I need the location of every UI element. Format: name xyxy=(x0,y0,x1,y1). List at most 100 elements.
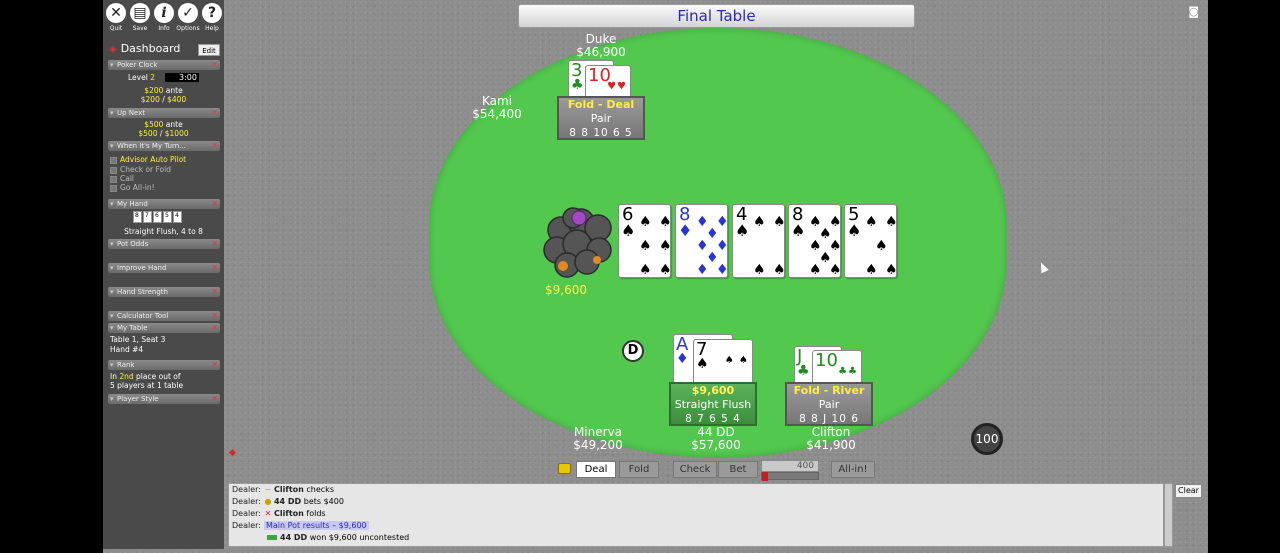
poker-app: ✕ Quit ▤ Save i Info ✓ Options ? Help ◈ D… xyxy=(103,0,1208,553)
bet-slider[interactable] xyxy=(761,472,819,481)
info-button[interactable]: i Info xyxy=(152,3,176,32)
save-button[interactable]: ▤ Save xyxy=(128,3,152,32)
player-chips: $54,400 xyxy=(472,107,522,121)
section-poker-clock[interactable]: Poker Clock ✕ xyxy=(108,60,220,70)
spade-pip-icon: ♠ xyxy=(865,262,878,278)
poker-clock-blinds: $200 / $400 xyxy=(140,95,187,104)
checkbox[interactable] xyxy=(110,184,117,192)
section-improve-hand[interactable]: Improve Hand ✕ xyxy=(108,263,220,273)
section-when-my-turn[interactable]: When It's My Turn... ✕ xyxy=(108,141,220,151)
level-label: Level xyxy=(128,73,148,82)
save-icon: ▤ xyxy=(130,3,150,23)
my-hand-cards: 8 7 6 5 4 xyxy=(133,211,182,223)
log-player: 44 DD xyxy=(280,533,308,542)
clear-log-button[interactable]: Clear xyxy=(1175,484,1202,498)
close-icon[interactable]: ✕ xyxy=(211,141,218,151)
section-calculator-tool[interactable]: Calculator Tool ✕ xyxy=(108,311,220,321)
bet-amount-input[interactable]: 400 xyxy=(761,460,819,472)
section-pot-odds[interactable]: Pot Odds ✕ xyxy=(108,239,220,249)
diamond-icon: ◆ xyxy=(229,448,236,458)
spade-pip-icon: ♠ xyxy=(885,214,897,230)
close-icon[interactable]: ✕ xyxy=(211,360,218,370)
close-icon[interactable]: ✕ xyxy=(211,239,218,249)
options-button[interactable]: ✓ Options xyxy=(176,3,200,32)
spade-pip-icon: ♠ xyxy=(753,262,766,278)
my-table-label: My Table xyxy=(117,324,148,332)
section-up-next[interactable]: Up Next ✕ xyxy=(108,108,220,118)
dd-hole-card-2: 7 ♠ ♠ ♠ xyxy=(693,339,753,385)
option-check-or-fold[interactable]: Check or Fold xyxy=(103,165,224,174)
option-call[interactable]: Call xyxy=(103,174,224,183)
bet-button[interactable]: Bet xyxy=(718,461,758,478)
big-blind: $400 xyxy=(167,95,187,104)
player-chips: $41,900 xyxy=(806,438,856,452)
mini-card: 7 xyxy=(143,211,152,223)
close-icon[interactable]: ✕ xyxy=(211,394,218,404)
options-label: Options xyxy=(176,25,200,32)
rank-label: Rank xyxy=(117,361,135,369)
section-rank[interactable]: Rank ✕ xyxy=(108,360,220,370)
when-my-turn-label: When It's My Turn... xyxy=(117,142,186,150)
checkbox[interactable] xyxy=(110,156,117,164)
option-label: Check or Fold xyxy=(120,165,171,174)
quit-button[interactable]: ✕ Quit xyxy=(104,3,128,32)
hand-name: Straight Flush xyxy=(674,398,752,411)
spade-pip-icon: ♠ xyxy=(659,214,671,230)
spade-pip-icon: ♠ xyxy=(885,262,897,278)
option-advisor-auto-pilot[interactable]: Advisor Auto Pilot xyxy=(103,155,224,164)
options-check-icon: ✓ xyxy=(178,3,198,23)
ante-word: ante xyxy=(165,86,183,95)
checkbox[interactable] xyxy=(110,175,117,183)
section-hand-strength[interactable]: Hand Strength ✕ xyxy=(108,287,220,297)
club-icon: ♣ xyxy=(797,363,810,379)
dashboard-title-text: Dashboard xyxy=(120,42,181,55)
close-icon[interactable]: ✕ xyxy=(211,287,218,297)
hand-status: $9,600 xyxy=(691,384,735,397)
camera-icon[interactable]: ◙ xyxy=(1188,5,1199,18)
checkbox[interactable] xyxy=(110,166,117,174)
pot-chip-pile xyxy=(543,207,612,278)
log-speaker: Dealer: xyxy=(232,485,261,494)
close-icon[interactable]: ✕ xyxy=(211,199,218,209)
bet-slider-handle[interactable] xyxy=(762,472,768,481)
deal-icon[interactable] xyxy=(558,463,571,474)
poker-clock-level-row: Level 2 3:00 xyxy=(103,73,224,82)
small-blind: $200 xyxy=(140,95,160,104)
save-label: Save xyxy=(132,25,148,32)
poker-clock-ante: $200 ante xyxy=(103,86,224,95)
deal-button[interactable]: Deal xyxy=(576,461,616,478)
log-player: Clifton xyxy=(273,509,304,518)
all-in-button[interactable]: All-in! xyxy=(831,461,875,478)
close-icon[interactable]: ✕ xyxy=(211,323,218,333)
close-icon[interactable]: ✕ xyxy=(211,108,218,118)
check-button[interactable]: Check xyxy=(673,461,717,478)
section-player-style[interactable]: Player Style ✕ xyxy=(108,394,220,404)
chip-icon: ● xyxy=(264,497,272,506)
log-player: 44 DD xyxy=(273,497,302,506)
hand-strength-label: Hand Strength xyxy=(117,288,168,296)
board-card: 4 ♠ ♠ ♠ ♠ ♠ xyxy=(732,204,785,278)
close-icon[interactable]: ✕ xyxy=(211,311,218,321)
close-icon[interactable]: ✕ xyxy=(211,263,218,273)
dashboard-sidebar: ✕ Quit ▤ Save i Info ✓ Options ? Help ◈ D… xyxy=(103,0,224,549)
log-text: bets $400 xyxy=(303,497,344,506)
section-my-hand[interactable]: My Hand ✕ xyxy=(108,199,220,209)
fold-button[interactable]: Fold xyxy=(619,461,659,478)
fold-icon: ✕ xyxy=(264,509,272,518)
help-button[interactable]: ? Help xyxy=(200,3,224,32)
spade-icon: ♠ ♠ xyxy=(724,355,749,366)
option-go-all-in[interactable]: Go All-in! xyxy=(103,183,224,192)
log-scrollbar[interactable] xyxy=(1164,483,1173,547)
log-speaker: Dealer: xyxy=(232,521,261,530)
spade-icon: ♠ xyxy=(791,221,806,240)
board-card: 5 ♠ ♠ ♠ ♠ ♠ ♠ xyxy=(844,204,897,278)
improve-hand-label: Improve Hand xyxy=(117,264,167,272)
chip-stack-badge[interactable]: 100 xyxy=(971,423,1003,455)
close-icon[interactable]: ✕ xyxy=(211,60,218,70)
up-next-blinds: $500 / $1000 xyxy=(138,129,189,138)
help-label: Help xyxy=(205,25,219,32)
log-text: folds xyxy=(306,509,326,518)
dashboard-edit-button[interactable]: Edit xyxy=(198,44,220,56)
spade-pip-icon: ♠ xyxy=(753,214,766,230)
section-my-table[interactable]: My Table ✕ xyxy=(108,323,220,333)
